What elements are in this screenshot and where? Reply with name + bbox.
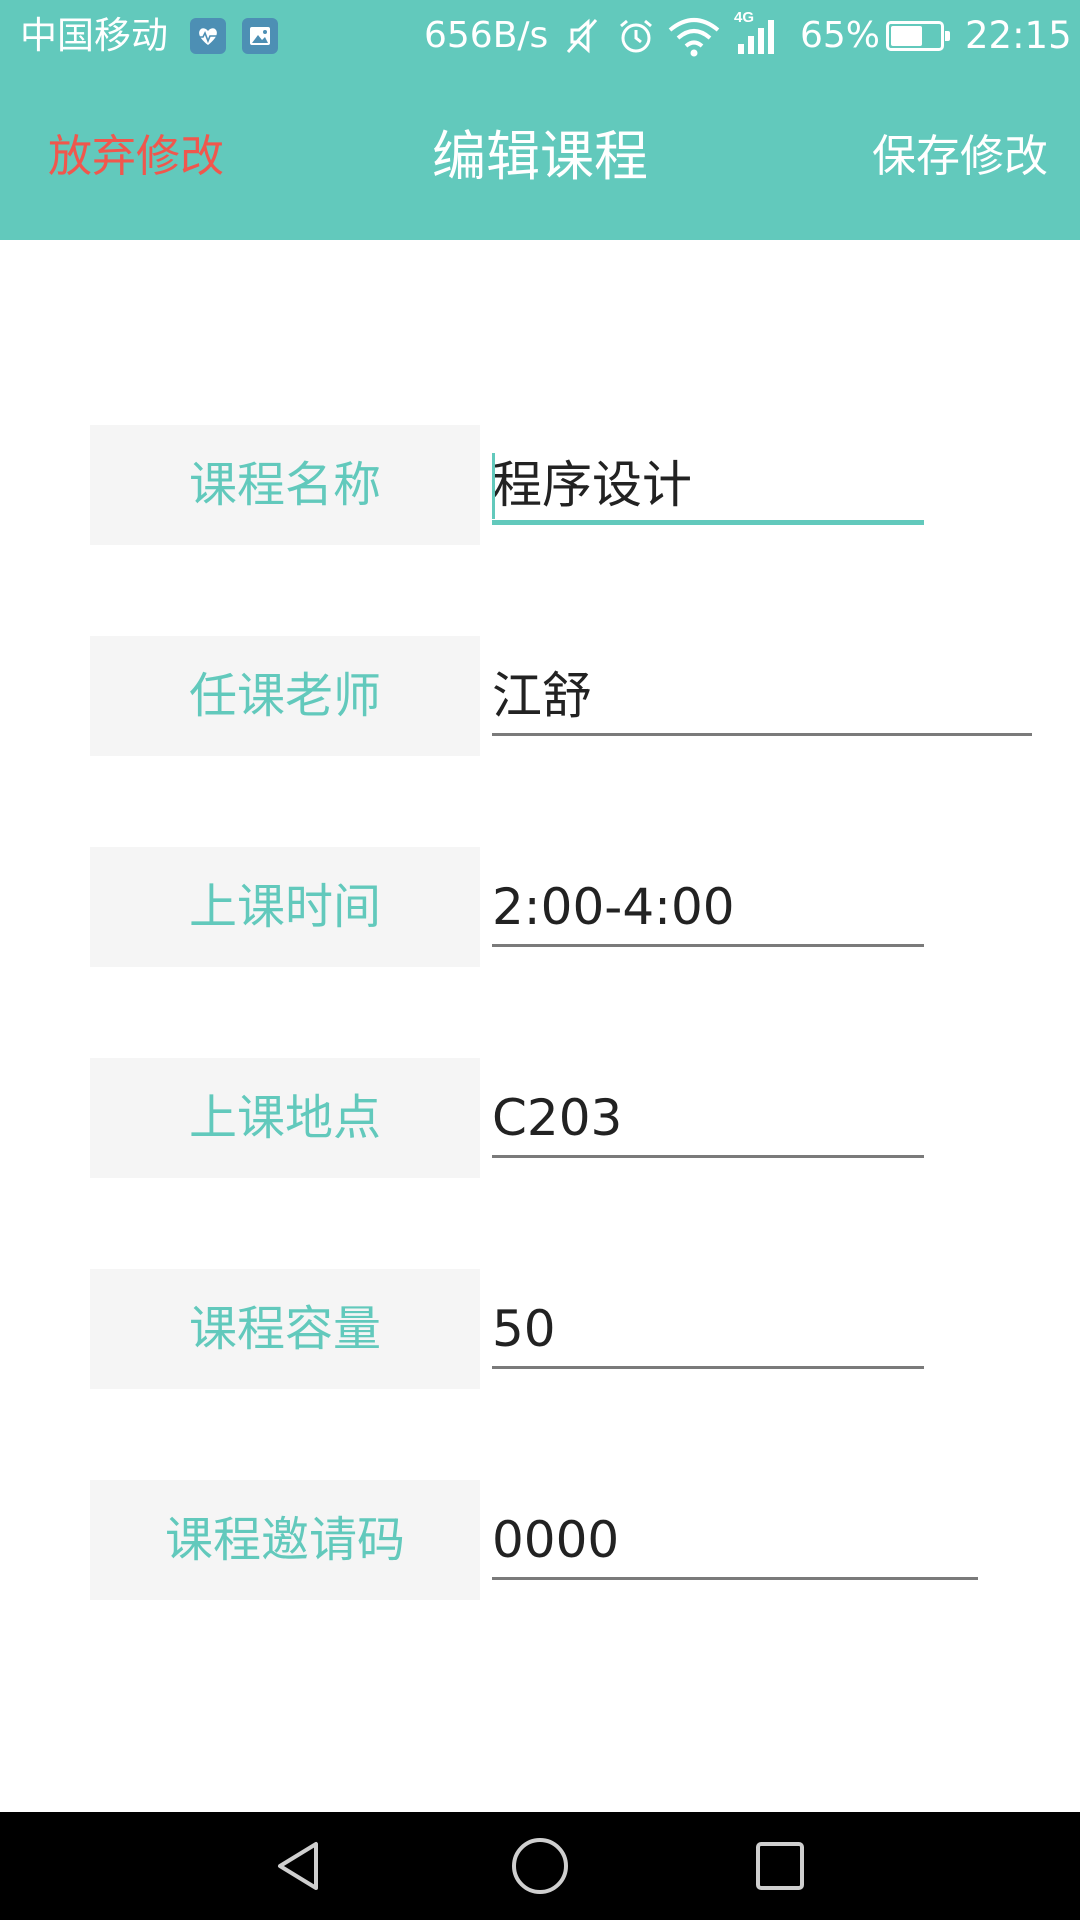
invite-code-label: 课程邀请码 <box>90 1480 480 1600</box>
location-field[interactable]: C203 <box>492 1078 924 1158</box>
alarm-icon <box>614 14 658 62</box>
course-name-label: 课程名称 <box>90 425 480 545</box>
clock: 22:15 <box>965 14 1072 57</box>
wifi-icon <box>666 14 722 62</box>
network-type-label: 4G <box>734 9 754 26</box>
course-name-field[interactable]: 程序设计 <box>492 445 924 525</box>
screen: 中国移动 656B/s 4G 65% 22:15 放弃修改 编辑课程 保存修改 … <box>0 0 1080 1920</box>
location-label: 上课地点 <box>90 1058 480 1178</box>
battery-icon <box>886 21 950 51</box>
health-app-icon <box>190 18 226 54</box>
class-time-value: 2:00-4:00 <box>492 878 735 936</box>
course-name-value: 程序设计 <box>492 456 692 514</box>
form-row-class-time: 上课时间 2:00-4:00 <box>90 847 1050 967</box>
teacher-label: 任课老师 <box>90 636 480 756</box>
capacity-value: 50 <box>492 1300 556 1358</box>
teacher-field[interactable]: 江舒 <box>492 656 1032 736</box>
location-value: C203 <box>492 1089 623 1147</box>
teacher-value: 江舒 <box>492 667 592 725</box>
status-bar: 中国移动 656B/s 4G 65% 22:15 <box>0 0 1080 74</box>
form-row-teacher: 任课老师 江舒 <box>90 636 1050 756</box>
gallery-app-icon <box>242 18 278 54</box>
mute-icon <box>562 14 602 62</box>
battery-fill <box>891 26 922 46</box>
signal-icon: 4G <box>732 8 784 62</box>
home-icon[interactable] <box>508 1834 572 1898</box>
save-changes-button[interactable]: 保存修改 <box>872 128 1048 186</box>
navigation-bar <box>0 1812 1080 1920</box>
net-speed: 656B/s <box>424 15 549 56</box>
carrier-name: 中国移动 <box>20 14 168 57</box>
action-bar: 放弃修改 编辑课程 保存修改 <box>0 74 1080 240</box>
recents-icon[interactable] <box>748 1834 812 1898</box>
battery-percent: 65% <box>800 15 881 56</box>
form-row-course-name: 课程名称 程序设计 <box>90 425 1050 545</box>
class-time-label: 上课时间 <box>90 847 480 967</box>
capacity-field[interactable]: 50 <box>492 1289 924 1369</box>
battery-nub <box>945 31 950 41</box>
form-row-capacity: 课程容量 50 <box>90 1269 1050 1389</box>
invite-code-field[interactable]: 0000 <box>492 1500 978 1580</box>
text-cursor <box>492 453 495 519</box>
form-row-location: 上课地点 C203 <box>90 1058 1050 1178</box>
invite-code-value: 0000 <box>492 1511 620 1569</box>
form-row-invite-code: 课程邀请码 0000 <box>90 1480 1050 1600</box>
class-time-field[interactable]: 2:00-4:00 <box>492 867 924 947</box>
back-icon[interactable] <box>268 1834 332 1898</box>
capacity-label: 课程容量 <box>90 1269 480 1389</box>
